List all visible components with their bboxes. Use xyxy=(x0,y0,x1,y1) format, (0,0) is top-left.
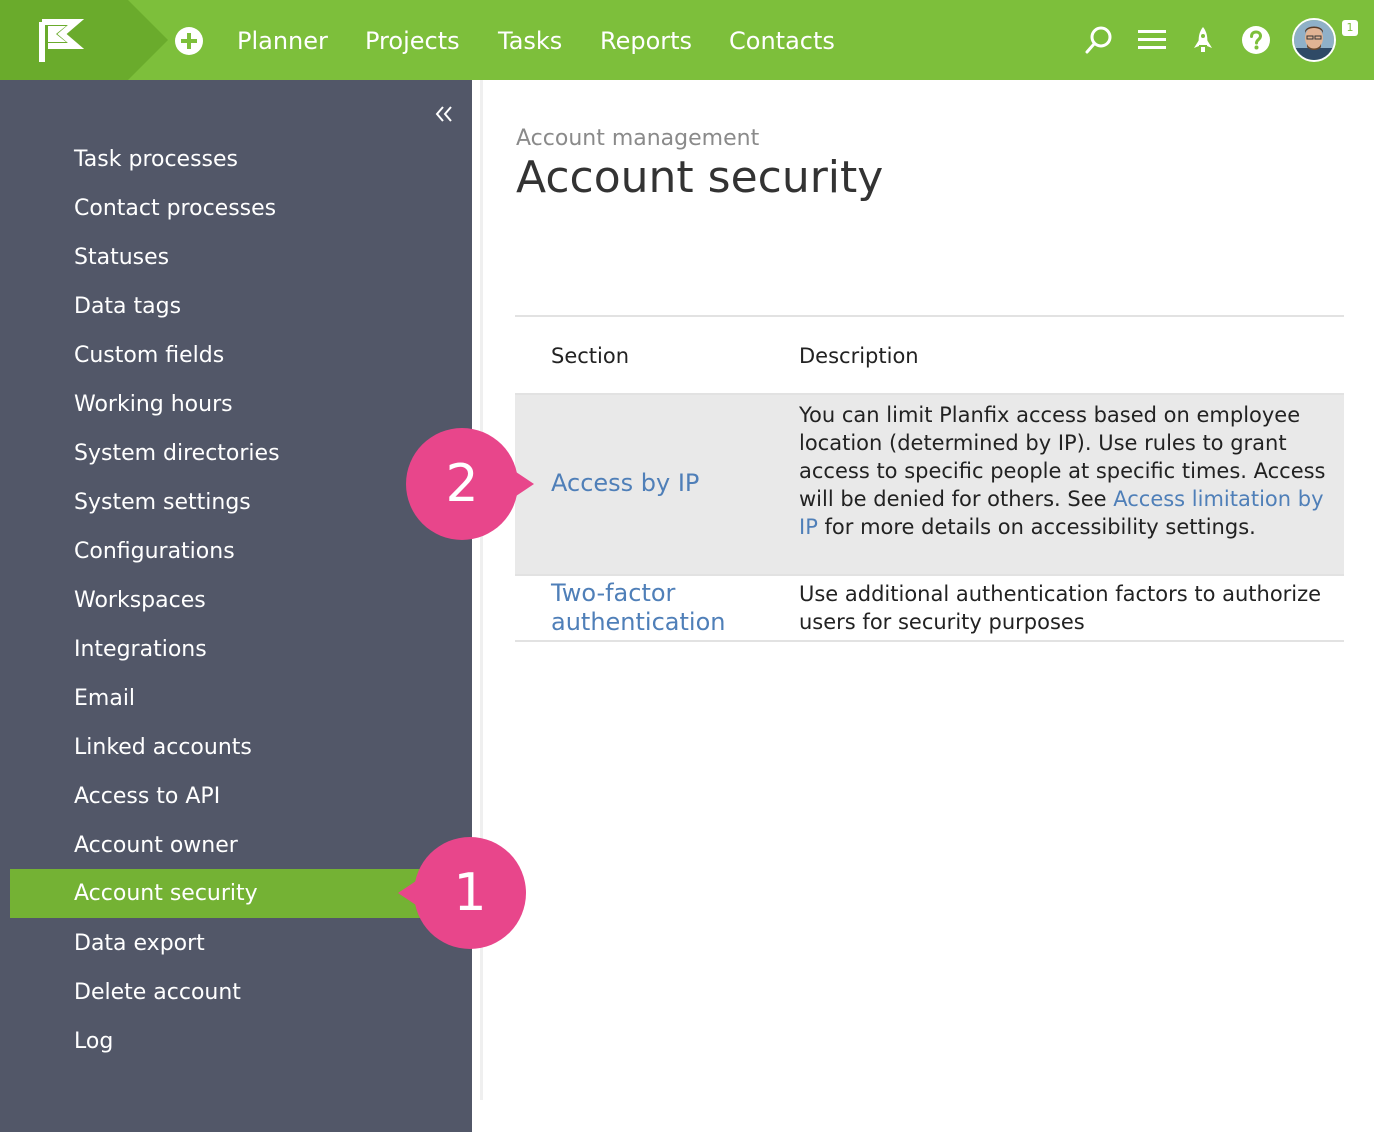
sidebar-item-linked-accounts[interactable]: Linked accounts xyxy=(10,723,472,772)
sidebar-item-configurations[interactable]: Configurations xyxy=(10,527,472,576)
nav-tasks[interactable]: Tasks xyxy=(498,24,562,58)
sidebar-item-working-hours[interactable]: Working hours xyxy=(10,380,472,429)
sidebar-item-account-security[interactable]: Account security xyxy=(10,869,420,918)
avatar[interactable] xyxy=(1292,18,1336,62)
sidebar-item-account-owner[interactable]: Account owner xyxy=(10,821,472,870)
sidebar-item-contact-processes[interactable]: Contact processes xyxy=(10,184,472,233)
search-icon xyxy=(1085,26,1112,54)
nav-projects[interactable]: Projects xyxy=(365,24,460,58)
step-marker-1: 1 xyxy=(398,837,526,949)
step-number: 2 xyxy=(445,454,479,514)
sidebar-item-statuses[interactable]: Statuses xyxy=(10,233,472,282)
menu-icon xyxy=(1138,30,1166,49)
table-row: Access by IP You can limit Planfix acces… xyxy=(515,395,1344,576)
help-button[interactable] xyxy=(1240,24,1272,56)
table-header: Section Description xyxy=(515,317,1344,395)
page-title: Account security xyxy=(516,152,884,203)
top-navigation-bar: Planner Projects Tasks Reports Contacts xyxy=(0,0,1374,80)
sidebar-item-log[interactable]: Log xyxy=(10,1017,472,1066)
add-button[interactable] xyxy=(174,26,204,56)
security-sections-table: Section Description Access by IP You can… xyxy=(515,315,1344,642)
menu-button[interactable] xyxy=(1136,24,1168,56)
sidebar-item-workspaces[interactable]: Workspaces xyxy=(10,576,472,625)
search-button[interactable] xyxy=(1083,24,1115,56)
sidebar-item-integrations[interactable]: Integrations xyxy=(10,625,472,674)
double-chevron-left-icon xyxy=(435,106,452,122)
logo[interactable] xyxy=(0,0,168,80)
description-text: for more details on accessibility settin… xyxy=(817,515,1256,539)
step-number: 1 xyxy=(453,863,487,923)
sidebar-item-system-directories[interactable]: System directories xyxy=(10,429,472,478)
step-marker-2: 2 xyxy=(406,428,534,540)
notification-badge[interactable]: 1 xyxy=(1342,20,1358,36)
sidebar-item-task-processes[interactable]: Task processes xyxy=(10,135,472,184)
table-row: Two-factor authentication Use additional… xyxy=(515,576,1344,642)
column-header-description: Description xyxy=(799,344,919,368)
plus-circle-icon xyxy=(175,27,203,55)
sidebar-item-access-to-api[interactable]: Access to API xyxy=(10,772,472,821)
access-by-ip-description: You can limit Planfix access based on em… xyxy=(799,401,1329,541)
nav-planner[interactable]: Planner xyxy=(237,24,328,58)
sidebar-item-data-tags[interactable]: Data tags xyxy=(10,282,472,331)
sidebar-item-custom-fields[interactable]: Custom fields xyxy=(10,331,472,380)
sidebar-item-email[interactable]: Email xyxy=(10,674,472,723)
sidebar-item-delete-account[interactable]: Delete account xyxy=(10,968,472,1017)
column-header-section: Section xyxy=(551,344,630,368)
nav-reports[interactable]: Reports xyxy=(600,24,692,58)
sidebar-item-data-export[interactable]: Data export xyxy=(10,919,472,968)
two-factor-authentication-description: Use additional authentication factors to… xyxy=(799,582,1322,634)
access-by-ip-link[interactable]: Access by IP xyxy=(551,469,699,498)
help-icon xyxy=(1242,26,1270,54)
user-avatar-icon xyxy=(1294,20,1334,60)
flag-logo-icon xyxy=(0,0,168,80)
collapse-sidebar-button[interactable] xyxy=(432,102,456,126)
rocket-icon xyxy=(1194,27,1212,52)
two-factor-authentication-link[interactable]: Two-factor authentication xyxy=(551,579,781,637)
nav-contacts[interactable]: Contacts xyxy=(729,24,835,58)
whats-new-button[interactable] xyxy=(1187,24,1219,56)
sidebar-item-system-settings[interactable]: System settings xyxy=(10,478,472,527)
